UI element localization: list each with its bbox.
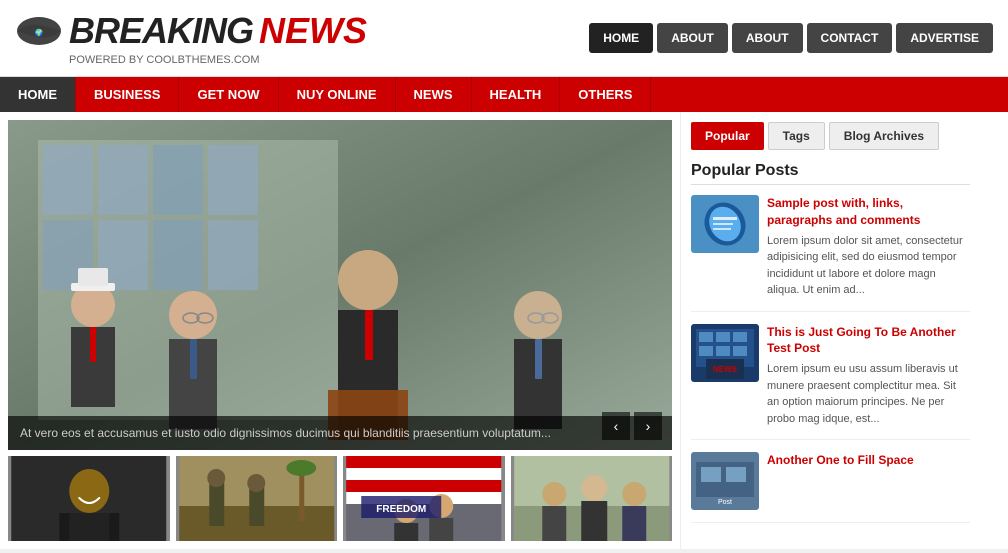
top-nav-advertise[interactable]: ADVERTISE [896, 23, 993, 53]
post-item-0: Sample post with, links, paragraphs and … [691, 195, 970, 312]
hero-slider: At vero eos et accusamus et iusto odio d… [8, 120, 672, 450]
logo-title: 🌍 BREAKING NEWS [15, 10, 367, 52]
thumbnail-3[interactable]: FREEDOM [343, 456, 505, 541]
hero-caption: At vero eos et accusamus et iusto odio d… [8, 416, 672, 450]
nav-item-get-now[interactable]: GET NOW [179, 77, 278, 112]
logo-area: 🌍 BREAKING NEWS POWERED BY COOLBTHEMES.C… [15, 10, 367, 66]
top-nav-home[interactable]: HOME [589, 23, 653, 53]
top-nav-contact[interactable]: CONTACT [807, 23, 893, 53]
nav-item-news[interactable]: NEWS [396, 77, 472, 112]
post-title-1[interactable]: This is Just Going To Be Another Test Po… [767, 324, 970, 358]
nav-item-home[interactable]: HOME [0, 77, 76, 112]
post-title-2[interactable]: Another One to Fill Space [767, 452, 970, 469]
thumbnail-4[interactable] [511, 456, 673, 541]
header: 🌍 BREAKING NEWS POWERED BY COOLBTHEMES.C… [0, 0, 1008, 77]
post-item-1: NEWS This is Just Going To Be Another Te… [691, 324, 970, 441]
hero-prev-button[interactable]: ‹ [602, 412, 630, 440]
popular-posts-title: Popular Posts [691, 162, 970, 185]
nav-item-business[interactable]: BUSINESS [76, 77, 179, 112]
top-nav-about[interactable]: ABOUT [732, 23, 803, 53]
post-item-2: Post Another One to Fill Space [691, 452, 970, 523]
logo-breaking: BREAKING [69, 10, 253, 52]
hero-nav: ‹ › [602, 412, 662, 440]
svg-text:FREEDOM: FREEDOM [376, 504, 426, 515]
post-thumbnail-2[interactable]: Post [691, 452, 759, 510]
thumbnail-row: FREEDOM [8, 456, 672, 541]
thumbnail-2[interactable] [176, 456, 338, 541]
svg-text:🌍: 🌍 [35, 28, 44, 37]
post-excerpt-1: Lorem ipsum eu usu assum liberavis ut mu… [767, 361, 970, 427]
post-excerpt-0: Lorem ipsum dolor sit amet, consectetur … [767, 233, 970, 299]
sidebar-tabs: PopularTagsBlog Archives [691, 122, 970, 150]
hero-caption-text: At vero eos et accusamus et iusto odio d… [20, 426, 551, 440]
post-content-2: Another One to Fill Space [767, 452, 970, 510]
nav-item-others[interactable]: OTHERS [560, 77, 651, 112]
sidebar-tab-popular[interactable]: Popular [691, 122, 764, 150]
sidebar-tab-blog-archives[interactable]: Blog Archives [829, 122, 939, 150]
post-thumbnail-0[interactable] [691, 195, 759, 253]
post-content-0: Sample post with, links, paragraphs and … [767, 195, 970, 299]
svg-text:Post: Post [718, 499, 732, 506]
post-content-1: This is Just Going To Be Another Test Po… [767, 324, 970, 428]
post-thumbnail-1[interactable]: NEWS [691, 324, 759, 382]
logo-news: NEWS [259, 10, 367, 52]
world-map-icon: 🌍 [15, 15, 63, 47]
hero-image [8, 120, 672, 450]
post-title-0[interactable]: Sample post with, links, paragraphs and … [767, 195, 970, 229]
sidebar-tab-tags[interactable]: Tags [768, 122, 825, 150]
top-nav: HOMEABOUTABOUTCONTACTADVERTISE [589, 23, 993, 53]
logo-powered: POWERED BY COOLBTHEMES.COM [69, 54, 367, 66]
posts-list: Sample post with, links, paragraphs and … [691, 195, 970, 523]
content-area: At vero eos et accusamus et iusto odio d… [0, 112, 1008, 549]
thumbnail-1[interactable] [8, 456, 170, 541]
top-nav-about[interactable]: ABOUT [657, 23, 728, 53]
svg-text:NEWS: NEWS [713, 365, 738, 374]
nav-item-health[interactable]: HEALTH [472, 77, 561, 112]
sidebar: PopularTagsBlog Archives Popular Posts S… [680, 112, 980, 549]
main-left: At vero eos et accusamus et iusto odio d… [0, 112, 680, 549]
hero-next-button[interactable]: › [634, 412, 662, 440]
nav-item-nuy-online[interactable]: NUY ONLINE [279, 77, 396, 112]
main-nav: HOMEBUSINESSGET NOWNUY ONLINENEWSHEALTHO… [0, 77, 1008, 112]
